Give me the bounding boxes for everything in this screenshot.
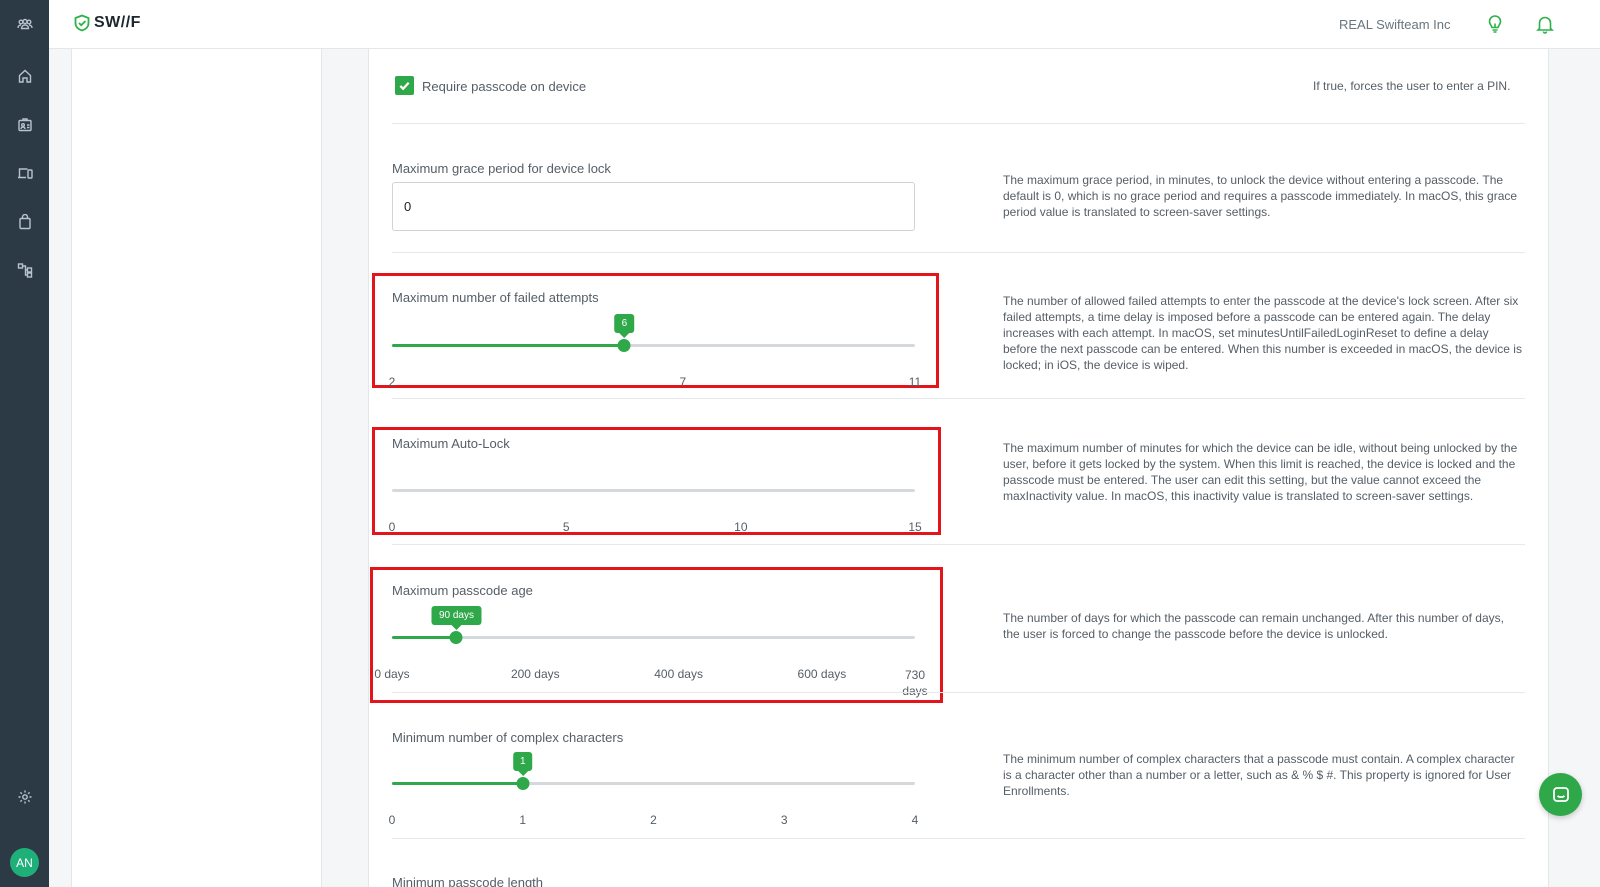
chat-icon [1552, 786, 1569, 802]
slider-value-bubble: 6 [614, 314, 635, 338]
slider-tick-label: 4 [911, 813, 919, 827]
slider-fill [392, 344, 625, 347]
complex-chars-label: Minimum number of complex characters [392, 730, 624, 745]
slider-thumb[interactable] [449, 631, 463, 644]
grace-period-label: Maximum grace period for device lock [392, 161, 611, 176]
slider-thumb[interactable] [516, 777, 530, 790]
slider-tick-label: 11 [908, 375, 922, 389]
failed-attempts-slider[interactable]: 6 2 7 11 [389, 314, 921, 389]
shield-logo-icon [74, 14, 90, 32]
slider-tick-label: 1 [519, 813, 527, 827]
home-icon[interactable] [0, 64, 49, 88]
slider-fill [392, 782, 523, 785]
slider-tick-label: 7 [679, 375, 687, 389]
lightbulb-icon[interactable] [1485, 14, 1505, 34]
divider [392, 398, 1525, 399]
slider-tick-label: 5 [562, 520, 570, 534]
slider-tick-label: 2 [388, 375, 396, 389]
auto-lock-description: The maximum number of minutes for which … [1003, 441, 1518, 503]
slider-tick-label: 3 [780, 813, 788, 827]
bell-icon[interactable] [1535, 14, 1555, 34]
slider-tick-label: 10 [734, 520, 748, 534]
auto-lock-label: Maximum Auto-Lock [392, 436, 510, 451]
team-icon[interactable] [0, 12, 49, 36]
divider [392, 692, 1525, 693]
slider-tick-label: 0 [388, 813, 396, 827]
devices-icon[interactable] [0, 161, 49, 185]
divider [392, 123, 1525, 124]
slider-value-bubble: 1 [512, 752, 533, 776]
slider-thumb[interactable] [617, 339, 631, 352]
divider [392, 544, 1525, 545]
left-rail: AN [0, 0, 49, 887]
slider-tick-label: 2 [650, 813, 657, 827]
users-icon[interactable] [0, 113, 49, 137]
swif-logo[interactable]: SW//F [73, 14, 141, 32]
grace-period-input[interactable] [392, 182, 915, 231]
failed-attempts-description: The number of allowed failed attempts to… [1003, 294, 1522, 372]
slider-tick-label: 15 [908, 520, 922, 534]
complex-chars-slider[interactable]: 1 0 1 2 3 4 [389, 752, 918, 827]
passcode-age-label: Maximum passcode age [392, 583, 533, 598]
slider-tick-label: 730 days [902, 668, 928, 698]
slider-tick-label: 0 days [374, 667, 410, 681]
apps-icon[interactable] [0, 210, 49, 234]
slider-value-bubble: 90 days [431, 606, 481, 630]
organization-name[interactable]: REAL Swifteam Inc [1339, 17, 1451, 32]
passcode-length-label: Minimum passcode length [392, 875, 544, 887]
failed-attempts-label: Maximum number of failed attempts [392, 290, 599, 305]
require-passcode-label: Require passcode on device [422, 79, 587, 94]
slider-fill [392, 636, 457, 639]
slider-track [392, 636, 915, 639]
auto-lock-slider[interactable]: 0 5 10 15 [389, 480, 922, 534]
require-passcode-checkbox[interactable] [395, 76, 414, 95]
passcode-age-description: The number of days for which the passcod… [1003, 611, 1504, 641]
avatar[interactable]: AN [10, 848, 39, 877]
slider-track [392, 489, 915, 492]
grace-period-description: The maximum grace period, in minutes, to… [1003, 173, 1518, 219]
slider-tick-label: 400 days [654, 667, 703, 681]
settings-icon[interactable] [0, 785, 49, 809]
require-passcode-description: If true, forces the user to enter a PIN. [1313, 79, 1511, 93]
slider-tick-label: 0 [388, 520, 396, 534]
top-bar: SW//F REAL Swifteam Inc [49, 0, 1600, 49]
workflow-icon[interactable] [0, 258, 49, 282]
chat-launcher-button[interactable] [1539, 773, 1582, 816]
slider-tick-label: 200 days [510, 667, 560, 681]
complex-chars-description: The minimum number of complex characters… [1003, 752, 1515, 798]
divider [392, 252, 1525, 253]
slider-tick-label: 600 days [797, 667, 847, 681]
divider [392, 838, 1525, 839]
logo-text: SW//F [94, 14, 141, 31]
secondary-sidebar [71, 49, 322, 887]
passcode-age-slider[interactable]: 90 days 0 days 200 days 400 days 600 day… [374, 606, 928, 698]
